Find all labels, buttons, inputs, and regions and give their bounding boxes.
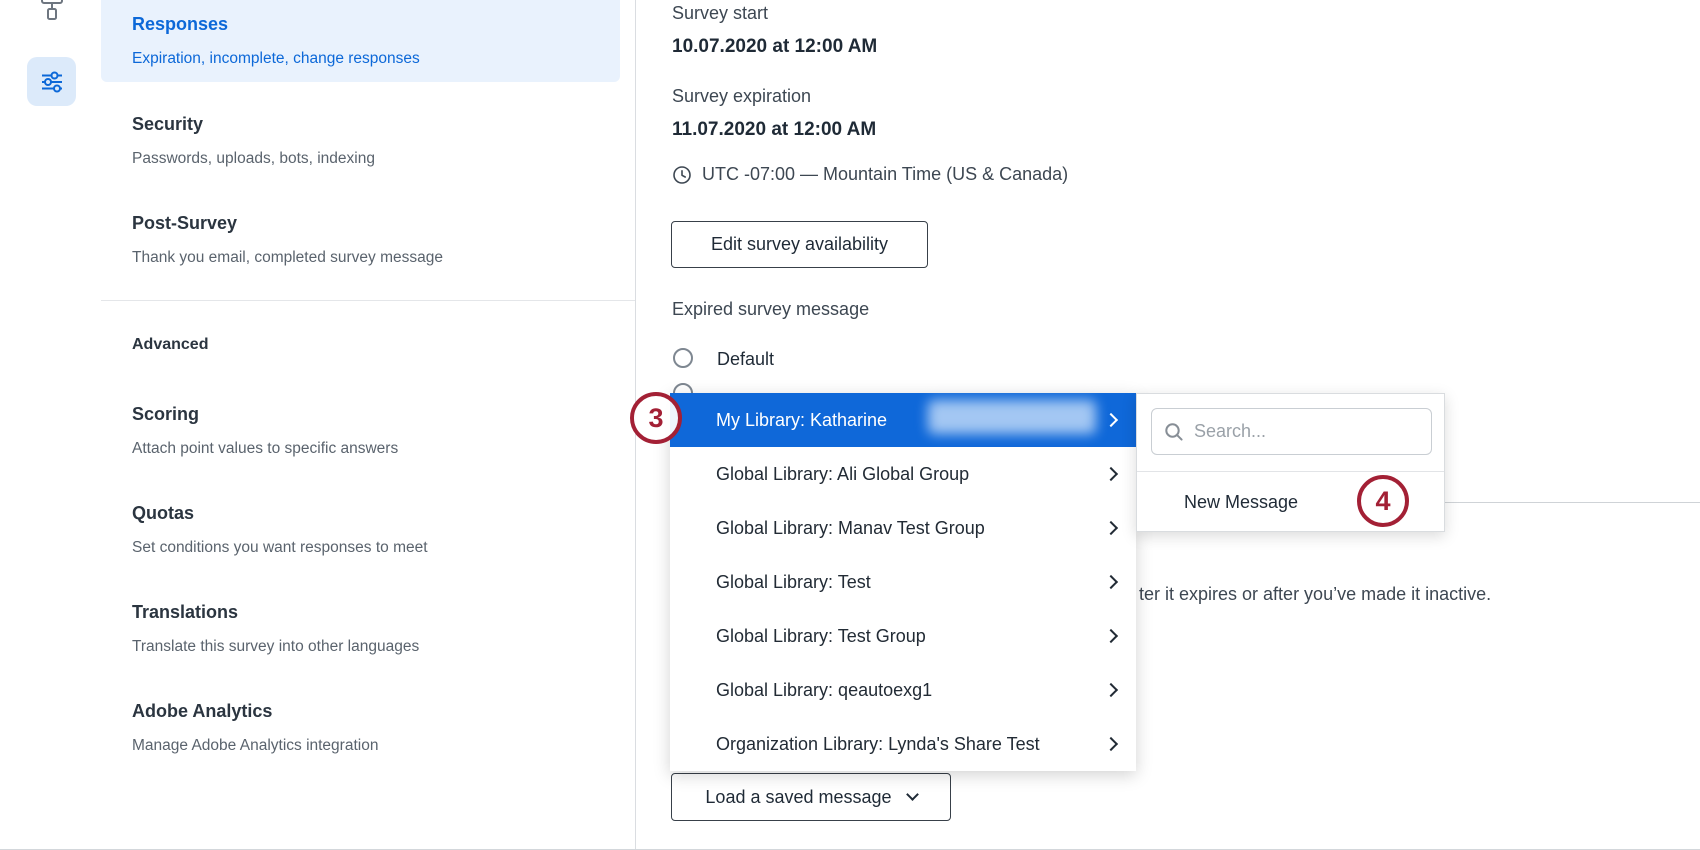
expired-survey-message-label: Expired survey message <box>672 299 869 320</box>
menu-item-manav-test-group[interactable]: Global Library: Manav Test Group <box>670 501 1136 555</box>
sidebar-item-subtitle: Attach point values to specific answers <box>132 439 602 459</box>
sidebar-section-divider <box>101 300 635 301</box>
search-icon <box>1164 422 1184 442</box>
chevron-right-icon <box>1104 683 1118 697</box>
chevron-right-icon <box>1104 737 1118 751</box>
sidebar-item-title: Translations <box>132 600 602 624</box>
step-annotation-4: 4 <box>1357 475 1409 527</box>
sidebar-item-post-survey[interactable]: Post-Survey Thank you email, completed s… <box>132 211 602 268</box>
sidebar-item-adobe-analytics[interactable]: Adobe Analytics Manage Adobe Analytics i… <box>132 699 602 756</box>
saved-message-library-menu: My Library: Katharine Global Library: Al… <box>670 393 1136 771</box>
survey-expiration-value: 11.07.2020 at 12:00 AM <box>672 119 876 141</box>
chevron-right-icon <box>1104 467 1118 481</box>
menu-item-test[interactable]: Global Library: Test <box>670 555 1136 609</box>
sidebar-item-subtitle: Translate this survey into other languag… <box>132 637 602 657</box>
paint-roller-icon[interactable] <box>38 0 66 29</box>
content-divider <box>1445 502 1700 503</box>
sidebar-item-title: Scoring <box>132 402 602 426</box>
timezone-text: UTC -07:00 — Mountain Time (US & Canada) <box>702 164 1068 185</box>
survey-options-screen: Responses Expiration, incomplete, change… <box>0 0 1700 850</box>
load-saved-message-button[interactable]: Load a saved message <box>671 773 951 821</box>
chevron-right-icon <box>1104 575 1118 589</box>
default-radio-label[interactable]: Default <box>717 349 774 370</box>
expiration-info-text-fragment: ter it expires or after you’ve made it i… <box>1139 584 1491 605</box>
sidebar-item-translations[interactable]: Translations Translate this survey into … <box>132 600 602 657</box>
survey-expiration-label: Survey expiration <box>672 86 811 107</box>
default-radio[interactable] <box>673 348 693 368</box>
clock-icon <box>672 165 692 185</box>
menu-item-lyndas-share-test[interactable]: Organization Library: Lynda's Share Test <box>670 717 1136 771</box>
sidebar-item-title: Quotas <box>132 501 602 525</box>
sidebar-item-title: Adobe Analytics <box>132 699 602 723</box>
survey-start-value: 10.07.2020 at 12:00 AM <box>672 36 877 58</box>
sidebar-section-header-advanced: Advanced <box>132 336 208 354</box>
search-box <box>1151 408 1432 455</box>
sidebar-item-security[interactable]: Security Passwords, uploads, bots, index… <box>132 112 602 169</box>
edit-survey-availability-button[interactable]: Edit survey availability <box>671 221 928 268</box>
sidebar-item-subtitle: Thank you email, completed survey messag… <box>132 248 602 268</box>
search-input[interactable] <box>1194 421 1404 442</box>
sidebar-item-title: Post-Survey <box>132 211 602 235</box>
sliders-icon <box>39 69 65 95</box>
menu-item-test-group[interactable]: Global Library: Test Group <box>670 609 1136 663</box>
chevron-right-icon <box>1104 629 1118 643</box>
chevron-right-icon <box>1104 413 1118 427</box>
sidebar-item-title: Responses <box>132 12 602 36</box>
chevron-right-icon <box>1104 521 1118 535</box>
sidebar-item-subtitle: Passwords, uploads, bots, indexing <box>132 149 602 169</box>
redacted-name-blur <box>928 400 1096 434</box>
sidebar-item-subtitle: Manage Adobe Analytics integration <box>132 736 602 756</box>
sidebar-item-quotas[interactable]: Quotas Set conditions you want responses… <box>132 501 602 558</box>
sidebar-item-title: Security <box>132 112 602 136</box>
sidebar-item-responses[interactable]: Responses Expiration, incomplete, change… <box>132 12 602 69</box>
menu-item-ali-global-group[interactable]: Global Library: Ali Global Group <box>670 447 1136 501</box>
chevron-down-icon <box>906 788 919 801</box>
menu-item-qeautoexg1[interactable]: Global Library: qeautoexg1 <box>670 663 1136 717</box>
survey-options-rail-button[interactable] <box>27 57 76 106</box>
sidebar-item-scoring[interactable]: Scoring Attach point values to specific … <box>132 402 602 459</box>
step-annotation-3: 3 <box>630 392 682 444</box>
timezone-row: UTC -07:00 — Mountain Time (US & Canada) <box>672 164 1068 185</box>
survey-start-label: Survey start <box>672 3 768 24</box>
sidebar-item-subtitle: Expiration, incomplete, change responses <box>132 49 602 69</box>
sidebar-item-subtitle: Set conditions you want responses to mee… <box>132 538 602 558</box>
